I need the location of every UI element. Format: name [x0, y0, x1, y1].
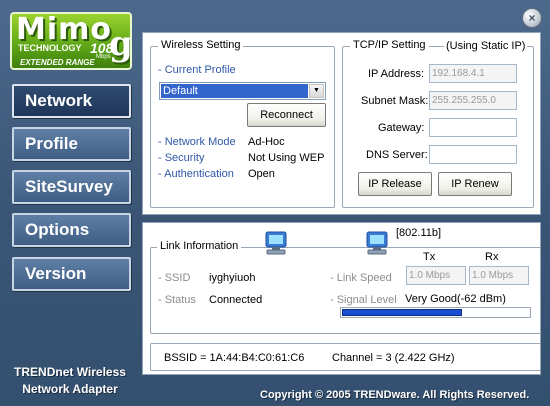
status-label: - Status	[158, 294, 196, 306]
current-profile-label: - Current Profile	[158, 64, 236, 76]
wireless-standard: [802.11b]	[396, 227, 442, 239]
rx-label: Rx	[485, 251, 499, 263]
network-mode-label: - Network Mode	[158, 136, 236, 148]
ip-release-button[interactable]: IP Release	[358, 172, 432, 196]
link-information-title: Link Information	[157, 240, 242, 252]
gateway-label: Gateway:	[378, 122, 425, 134]
signal-level-bar	[340, 307, 531, 318]
ssid-label: - SSID	[158, 272, 191, 284]
product-name-line2: Network Adapter	[22, 382, 118, 396]
nav-version-button[interactable]: Version	[12, 257, 131, 291]
logo-standard: g	[109, 24, 132, 64]
product-name: TRENDnet Wireless Network Adapter	[0, 364, 140, 398]
ssid-value: iyghyiuoh	[209, 272, 256, 284]
copyright-text: Copyright © 2005 TRENDware. All Rights R…	[260, 389, 530, 401]
profile-select[interactable]: Default ▼	[159, 82, 326, 100]
product-name-line1: TRENDnet Wireless	[14, 365, 126, 379]
logo-tagline: EXTENDED RANGE	[20, 58, 95, 67]
local-computer-icon	[265, 231, 287, 255]
mimo-logo: Mimo TECHNOLOGY 108 Mbps g EXTENDED RANG…	[10, 12, 132, 70]
status-value: Connected	[209, 294, 263, 306]
close-button[interactable]: ×	[522, 8, 542, 28]
network-mode-value: Ad-Hoc	[248, 136, 285, 148]
logo-technology: TECHNOLOGY	[18, 43, 82, 53]
chevron-down-icon[interactable]: ▼	[309, 84, 324, 98]
tcpip-mode: (Using Static IP)	[444, 40, 528, 52]
remote-computer-icon	[366, 231, 388, 255]
tx-speed-field: 1.0 Mbps	[406, 266, 466, 285]
subnet-mask-label: Subnet Mask:	[361, 95, 429, 107]
nav-options-button[interactable]: Options	[12, 213, 131, 247]
profile-select-value: Default	[161, 84, 308, 98]
bssid-value: BSSID = 1A:44:B4:C0:61:C6	[164, 352, 305, 364]
ip-renew-button[interactable]: IP Renew	[438, 172, 512, 196]
signal-level-text: Very Good(-62 dBm)	[405, 293, 506, 305]
security-label: - Security	[158, 152, 205, 164]
security-value: Not Using WEP	[248, 152, 325, 164]
link-information-group: Link Information	[150, 240, 541, 334]
channel-value: Channel = 3 (2.422 GHz)	[332, 352, 455, 364]
authentication-value: Open	[248, 168, 275, 180]
reconnect-button[interactable]: Reconnect	[247, 103, 326, 127]
nav-sitesurvey-button[interactable]: SiteSurvey	[12, 170, 131, 204]
dns-server-label: DNS Server:	[366, 149, 428, 161]
nav-network-button[interactable]: Network	[12, 84, 131, 118]
wireless-setting-title: Wireless Setting	[158, 39, 244, 51]
tcpip-setting-title: TCP/IP Setting	[350, 39, 429, 51]
signal-level-label: - Signal Level	[330, 294, 397, 306]
dns-server-field[interactable]	[429, 145, 517, 164]
ip-address-field[interactable]: 192.168.4.1	[429, 64, 517, 83]
app-window: Mimo TECHNOLOGY 108 Mbps g EXTENDED RANG…	[0, 0, 550, 406]
tx-label: Tx	[423, 251, 436, 263]
ip-address-label: IP Address:	[368, 68, 425, 80]
gateway-field[interactable]	[429, 118, 517, 137]
subnet-mask-field[interactable]: 255.255.255.0	[429, 91, 517, 110]
link-speed-label: - Link Speed	[330, 272, 392, 284]
nav-profile-button[interactable]: Profile	[12, 127, 131, 161]
rx-speed-field: 1.0 Mbps	[469, 266, 529, 285]
signal-level-fill	[342, 309, 462, 316]
authentication-label: - Authentication	[158, 168, 234, 180]
